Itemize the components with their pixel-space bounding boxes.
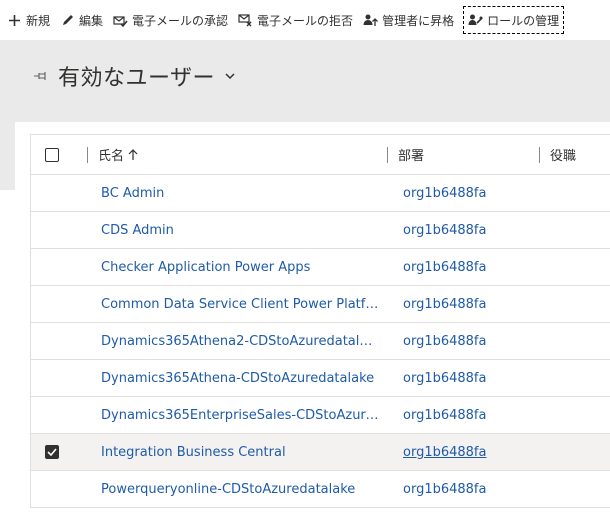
dept-link[interactable]: org1b6488fa — [387, 186, 539, 201]
grid-panel: 氏名 部署 役職 BC Admin org1b6488fa CDS Admin — [15, 122, 610, 514]
edit-button[interactable]: 編集 — [53, 0, 106, 40]
table-row[interactable]: CDS Admin org1b6488fa — [31, 212, 610, 249]
chevron-down-icon[interactable] — [225, 72, 235, 80]
dept-link[interactable]: org1b6488fa — [387, 297, 539, 312]
pencil-icon — [60, 13, 75, 28]
dept-link[interactable]: org1b6488fa — [387, 408, 539, 423]
manage-roles-button-label: ロールの管理 — [487, 13, 560, 28]
table-row[interactable]: Common Data Service Client Power Platfor… — [31, 286, 610, 323]
promote-admin-button[interactable]: 管理者に昇格 — [356, 0, 457, 40]
user-name-link[interactable]: CDS Admin — [87, 223, 387, 238]
table-row[interactable]: Dynamics365Athena2-CDStoAzuredatalake or… — [31, 323, 610, 360]
table-row[interactable]: Checker Application Power Apps org1b6488… — [31, 249, 610, 286]
user-name-link[interactable]: Dynamics365Athena2-CDStoAzuredatalake — [87, 334, 387, 349]
row-check-cell — [31, 286, 87, 322]
dept-link-label: org1b6488fa — [403, 333, 487, 349]
user-name-link[interactable]: Dynamics365Athena-CDStoAzuredatalake — [87, 371, 387, 386]
column-header-dept[interactable]: 部署 — [387, 135, 539, 174]
reject-email-icon — [238, 13, 253, 28]
column-header-dept-label: 部署 — [398, 149, 425, 164]
row-checkbox[interactable] — [45, 445, 59, 459]
promote-admin-icon — [363, 13, 379, 28]
column-separator[interactable] — [87, 146, 88, 163]
select-all-checkbox[interactable] — [45, 147, 59, 162]
dept-link-label: org1b6488fa — [403, 185, 487, 201]
new-button[interactable]: 新規 — [0, 0, 53, 40]
arrow-up-icon — [128, 148, 138, 161]
table-row[interactable]: Dynamics365Athena-CDStoAzuredatalake org… — [31, 360, 610, 397]
new-button-label: 新規 — [26, 13, 51, 28]
column-separator[interactable] — [539, 146, 540, 163]
column-header-name[interactable]: 氏名 — [87, 135, 387, 174]
grid-header: 氏名 部署 役職 — [31, 135, 610, 175]
dept-link[interactable]: org1b6488fa — [387, 482, 539, 497]
column-header-role-label: 役職 — [550, 149, 577, 164]
table-row[interactable]: BC Admin org1b6488fa — [31, 175, 610, 212]
row-check-cell — [31, 360, 87, 396]
approve-email-button[interactable]: 電子メールの承認 — [106, 0, 231, 40]
user-name-link[interactable]: Dynamics365EnterpriseSales-CDStoAzuredat… — [87, 408, 387, 423]
dept-link-label: org1b6488fa — [403, 407, 487, 423]
user-name-link[interactable]: Common Data Service Client Power Platfor… — [87, 297, 387, 312]
column-separator[interactable] — [387, 146, 388, 163]
dept-link-label: org1b6488fa — [403, 481, 487, 497]
promote-admin-button-label: 管理者に昇格 — [382, 13, 455, 28]
column-header-role[interactable]: 役職 — [539, 135, 610, 174]
table-row[interactable]: Dynamics365EnterpriseSales-CDStoAzuredat… — [31, 397, 610, 434]
dept-link-label: org1b6488fa — [403, 222, 487, 238]
edit-button-label: 編集 — [79, 13, 104, 28]
dept-link-label: org1b6488fa — [403, 444, 487, 460]
dept-link-label: org1b6488fa — [403, 296, 487, 312]
reject-email-button[interactable]: 電子メールの拒否 — [231, 0, 356, 40]
users-grid: 氏名 部署 役職 BC Admin org1b6488fa CDS Admin — [30, 134, 610, 508]
left-gutter — [0, 122, 15, 190]
view-title: 有効なユーザー — [58, 66, 216, 91]
checkmark-icon — [47, 448, 57, 456]
row-check-cell — [31, 323, 87, 359]
column-header-name-label: 氏名 — [98, 149, 125, 164]
user-name-link[interactable]: Checker Application Power Apps — [87, 260, 387, 275]
approve-email-button-label: 電子メールの承認 — [132, 13, 229, 28]
header-check-cell — [31, 135, 87, 174]
row-check-cell — [31, 434, 87, 470]
dept-link-label: org1b6488fa — [403, 370, 487, 386]
dept-link[interactable]: org1b6488fa — [387, 445, 539, 460]
pin-icon[interactable] — [34, 68, 50, 84]
command-bar: 新規 編集 電子メールの承認 電子メールの拒否 管理者に昇格 ロールの管理 — [0, 0, 610, 40]
user-name-link[interactable]: Integration Business Central — [87, 445, 387, 460]
table-row[interactable]: Powerqueryonline-CDStoAzuredatalake org1… — [31, 471, 610, 508]
row-check-cell — [31, 397, 87, 433]
row-check-cell — [31, 471, 87, 507]
user-name-link[interactable]: BC Admin — [87, 186, 387, 201]
plus-icon — [7, 13, 22, 28]
manage-roles-button[interactable]: ロールの管理 — [463, 6, 565, 34]
row-check-cell — [31, 212, 87, 248]
dept-link-label: org1b6488fa — [403, 259, 487, 275]
reject-email-button-label: 電子メールの拒否 — [257, 13, 354, 28]
dept-link[interactable]: org1b6488fa — [387, 371, 539, 386]
manage-roles-icon — [468, 13, 483, 28]
view-selector[interactable]: 有効なユーザー — [34, 60, 235, 92]
row-check-cell — [31, 249, 87, 285]
dept-link[interactable]: org1b6488fa — [387, 223, 539, 238]
user-name-link[interactable]: Powerqueryonline-CDStoAzuredatalake — [87, 482, 387, 497]
approve-email-icon — [113, 13, 128, 28]
dept-link[interactable]: org1b6488fa — [387, 334, 539, 349]
dept-link[interactable]: org1b6488fa — [387, 260, 539, 275]
row-check-cell — [31, 175, 87, 211]
table-row-selected[interactable]: Integration Business Central org1b6488fa — [31, 434, 610, 471]
